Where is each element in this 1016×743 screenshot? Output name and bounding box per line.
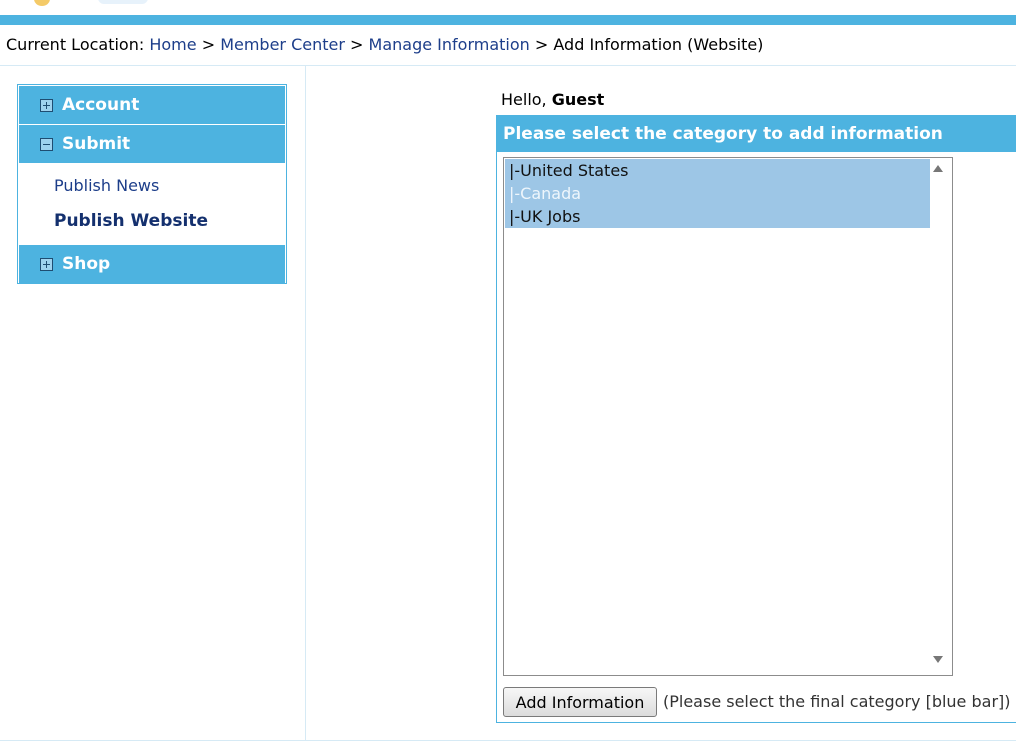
add-information-button[interactable]: Add Information [503,687,657,717]
header-divider [0,65,1016,66]
breadcrumb-member-center-link[interactable]: Member Center [220,35,345,54]
greeting-username: Guest [551,90,605,109]
category-option-united-states[interactable]: |-United States [505,159,930,182]
sidebar-item-publish-news[interactable]: Publish News [54,176,159,195]
breadcrumb-separator: > [201,35,216,54]
user-greeting: Hello, Guest [501,90,604,109]
category-listbox[interactable]: |-United States |-Canada |-UK Jobs [503,157,953,676]
column-divider [305,66,306,740]
category-option-canada[interactable]: |-Canada [505,182,930,205]
breadcrumb-prefix: Current Location: [6,35,145,54]
logo-mark [34,0,50,6]
option-label: |-United States [509,161,629,180]
logo-text-graphic [98,0,148,4]
option-label: |-Canada [509,184,582,203]
breadcrumb-separator: > [350,35,364,54]
top-accent-bar [0,15,1016,25]
breadcrumb-separator: > [534,35,549,54]
breadcrumb-home-link[interactable]: Home [149,35,196,54]
option-label: |-UK Jobs [509,207,581,226]
expand-plus-icon [40,99,53,112]
member-sidebar: Account Submit Publish News Publish Webs… [17,84,287,284]
sidebar-section-label: Submit [62,134,131,154]
breadcrumb-current-page: Add Information (Website) [553,35,764,54]
category-option-uk-jobs[interactable]: |-UK Jobs [505,205,930,228]
greeting-text: Hello, [501,90,547,109]
sidebar-section-shop[interactable]: Shop [19,245,285,283]
footer-divider [0,740,1016,741]
panel-header: Please select the category to add inform… [497,116,1016,152]
breadcrumb-manage-information-link[interactable]: Manage Information [369,35,530,54]
sidebar-item-publish-website[interactable]: Publish Website [54,211,208,231]
sidebar-section-label: Account [62,95,140,115]
selection-hint: (Please select the final category [blue … [663,692,1011,711]
site-logo [0,0,300,14]
panel-title: Please select the category to add inform… [503,124,943,144]
scroll-down-arrow-icon[interactable] [933,656,943,663]
expand-plus-icon [40,258,53,271]
collapse-minus-icon [40,138,53,151]
sidebar-section-submit[interactable]: Submit [19,125,285,163]
breadcrumb: Current Location: Home > Member Center >… [6,35,763,54]
sidebar-section-label: Shop [62,254,111,274]
sidebar-section-account[interactable]: Account [19,86,285,124]
scroll-up-arrow-icon[interactable] [933,165,943,172]
